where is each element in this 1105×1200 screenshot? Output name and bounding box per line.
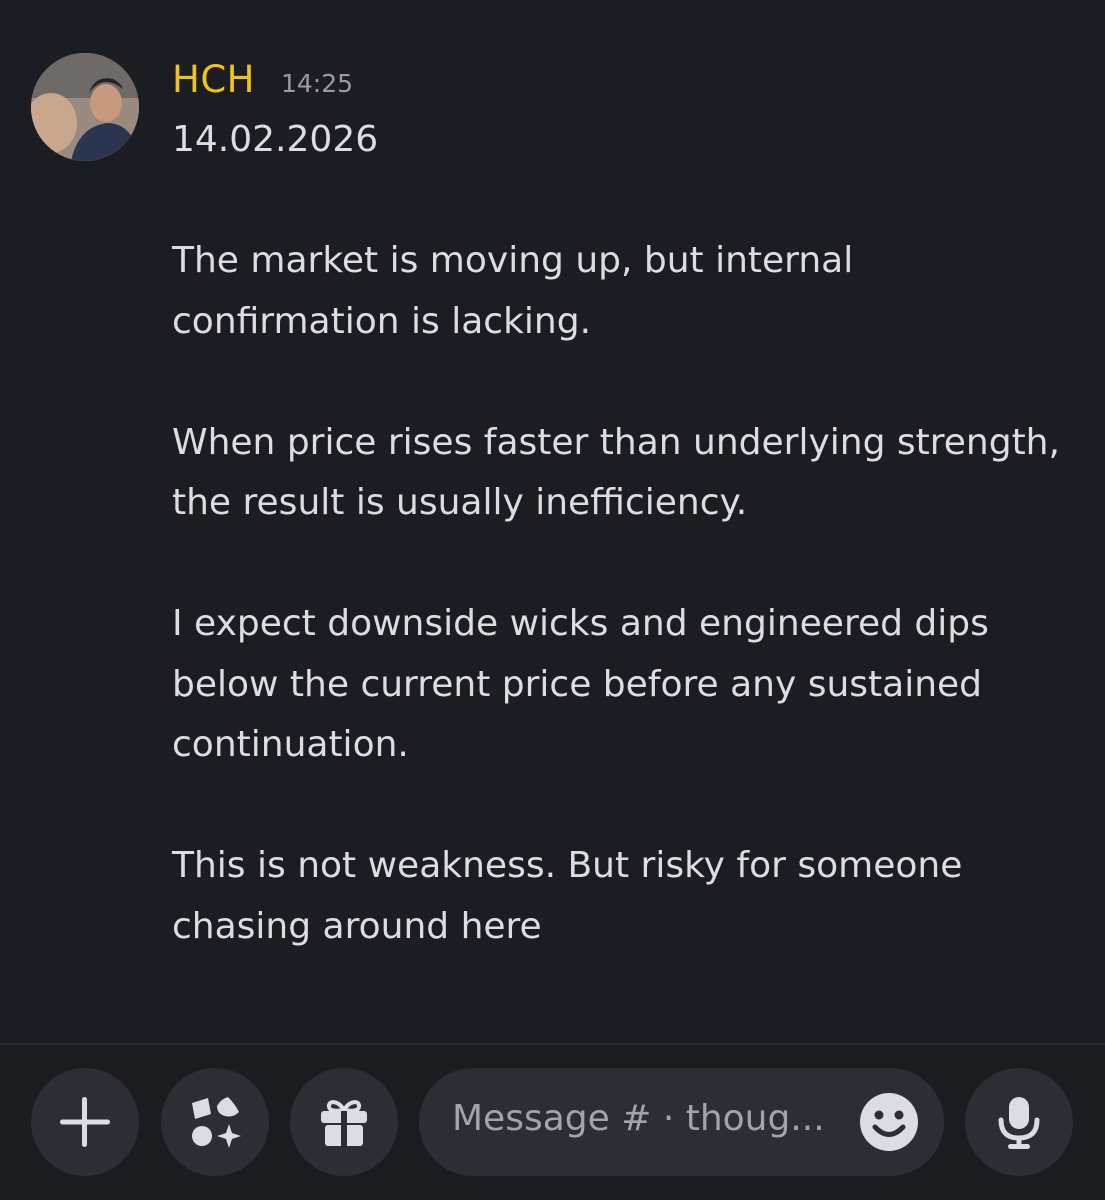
message-line: 14.02.2026 (172, 119, 379, 160)
message-line: This is not weakness. But risky for some… (172, 845, 963, 886)
message-line: confirmation is lacking. (172, 300, 592, 342)
avatar-photo (31, 53, 139, 161)
chat-message: HCH 14:25 14.02.2026 The market is movin… (0, 0, 1105, 1040)
username[interactable]: HCH (172, 58, 255, 101)
message-line: the result is usually inefficiency. (172, 482, 748, 523)
message-input-placeholder: Message # · thoug... (452, 1098, 825, 1139)
message-content: 14.02.2026 The market is moving up, but … (172, 110, 1092, 957)
message-line: I expect downside wicks and engineered d… (172, 603, 989, 644)
gift-icon (321, 1100, 367, 1146)
message-line: chasing around here (172, 905, 542, 947)
add-button[interactable] (31, 1068, 139, 1176)
message-line: continuation. (172, 724, 409, 765)
voice-button[interactable] (965, 1068, 1073, 1176)
avatar[interactable] (31, 53, 139, 161)
message-timestamp: 14:25 (280, 69, 354, 98)
microphone-icon (998, 1097, 1040, 1149)
emoji-button[interactable] (859, 1092, 919, 1152)
apps-icon (192, 1097, 241, 1148)
apps-button[interactable] (161, 1068, 269, 1176)
message-line: below the current price before any susta… (172, 663, 983, 705)
message-header: HCH 14:25 (172, 58, 353, 108)
gift-button[interactable] (290, 1068, 398, 1176)
message-line: When price rises faster than underlying … (172, 421, 1060, 463)
message-input[interactable]: Message # · thoug... (419, 1068, 944, 1176)
smiley-icon (860, 1093, 918, 1151)
plus-icon (60, 1097, 110, 1147)
message-line: The market is moving up, but internal (172, 240, 854, 281)
